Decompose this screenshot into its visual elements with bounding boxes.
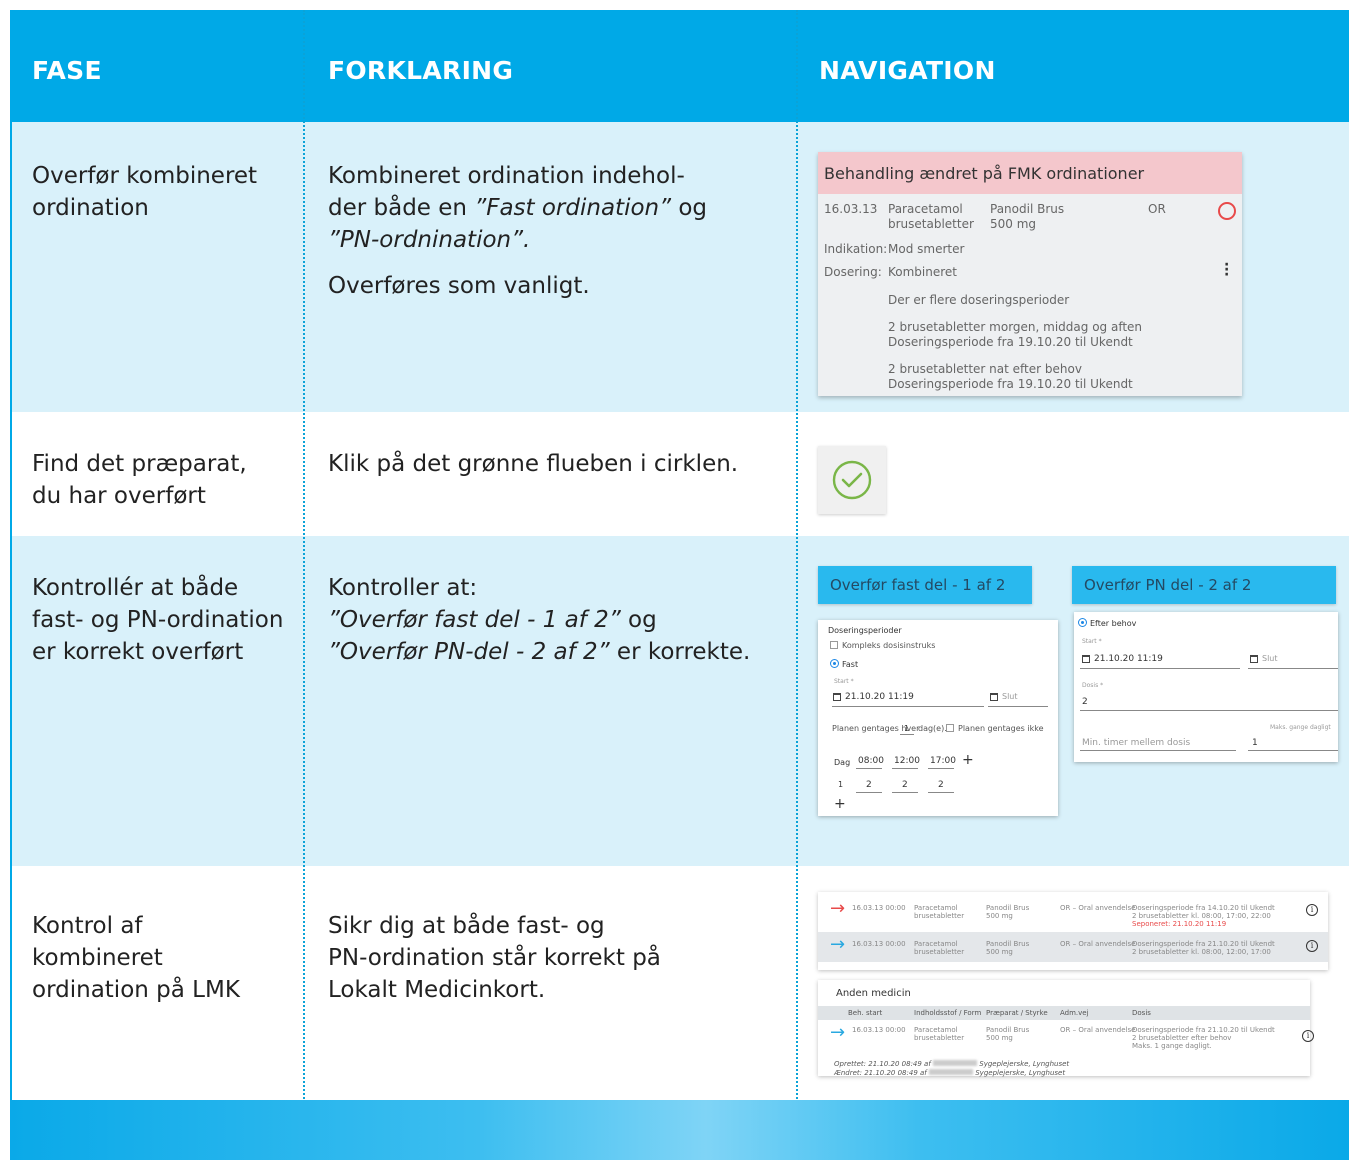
time-input[interactable]: 17:00 (930, 756, 956, 766)
info-icon[interactable]: i (1306, 904, 1318, 916)
lmk-active-list: → 16.03.13 00:00 Paracetamol brusetablett… (818, 892, 1328, 970)
redacted-name (929, 1069, 973, 1075)
fase-cell: Kontrol af kombineret ordination på LMK (32, 913, 240, 1003)
lmk-anden-medicin: Anden medicin Beh. start Indholdsstof / … (818, 980, 1314, 1077)
arrow-right-icon: → (830, 934, 846, 955)
add-day-icon[interactable]: + (834, 796, 846, 812)
dosis-input[interactable]: 2 (1082, 697, 1088, 707)
dose-input[interactable]: 2 (866, 780, 872, 790)
efter-behov-radio[interactable] (1078, 618, 1087, 627)
header-fase: FASE (32, 56, 102, 85)
dose-input[interactable]: 2 (938, 780, 944, 790)
dose-input[interactable]: 2 (902, 780, 908, 790)
no-repeat-checkbox[interactable] (946, 724, 954, 732)
add-time-icon[interactable]: + (962, 752, 974, 768)
sync-icon[interactable] (1218, 202, 1236, 220)
fast-dose-panel: Doseringsperioder Kompleks dosisinstruks… (818, 620, 1058, 816)
max-daily-input[interactable]: 1 (1252, 738, 1258, 748)
calendar-icon[interactable] (833, 693, 841, 701)
time-input[interactable]: 08:00 (858, 756, 884, 766)
arrow-right-icon: → (830, 898, 846, 919)
redacted-name (933, 1060, 978, 1066)
repeat-input[interactable]: 1 (904, 724, 909, 733)
table-left-border (10, 122, 12, 1100)
header-navigation: NAVIGATION (819, 56, 996, 85)
table-row: Find det præparat, du har overført Klik … (10, 412, 1349, 536)
column-divider (303, 10, 305, 1102)
min-hours-input[interactable]: Min. timer mellem dosis (1082, 738, 1190, 748)
fase-cell: Kontrollér at både fast- og PN-ordinatio… (32, 575, 284, 665)
section-title: Anden medicin (836, 988, 911, 999)
more-options-icon[interactable]: · · · (1224, 258, 1229, 282)
forklaring-cell: Kontroller at: ”Overfør fast del - 1 af … (328, 575, 751, 665)
calendar-icon[interactable] (1250, 655, 1258, 663)
pn-panel-title: Overfør PN del - 2 af 2 (1072, 566, 1336, 604)
fase-cell: Overfør kombineret ordination (32, 163, 258, 221)
forklaring-cell: Klik på det grønne flueben i cirklen. (328, 451, 739, 477)
fase-cell: Find det præparat, du har overført (32, 451, 247, 509)
fmk-card-title: Behandling ændret på FMK ordinationer (818, 152, 1242, 194)
check-circle-icon (832, 460, 872, 500)
check-button[interactable] (818, 446, 886, 514)
time-input[interactable]: 12:00 (894, 756, 920, 766)
footer-bar (10, 1100, 1349, 1160)
complex-checkbox[interactable] (830, 641, 838, 649)
info-icon[interactable]: i (1306, 940, 1318, 952)
forklaring-cell: Sikr dig at både fast- og PN-ordination … (328, 913, 661, 1003)
table-row: → 16.03.13 00:00 Paracetamol brusetablett… (818, 932, 1328, 962)
fast-panel-title: Overfør fast del - 1 af 2 (818, 566, 1032, 604)
header-forklaring: FORKLARING (328, 56, 514, 85)
arrow-right-icon: → (830, 1022, 846, 1043)
fast-radio[interactable] (830, 659, 839, 668)
pn-dose-panel: Efter behov Start * 21.10.20 11:19 Slut … (1074, 612, 1338, 762)
column-divider (796, 10, 798, 1102)
calendar-icon[interactable] (1082, 655, 1090, 663)
info-icon[interactable]: i (1302, 1030, 1314, 1042)
table-header: FASE FORKLARING NAVIGATION (10, 10, 1349, 122)
forklaring-cell: Kombineret ordination indehol- der både … (328, 163, 708, 299)
fmk-changed-card: Behandling ændret på FMK ordinationer 16… (818, 152, 1242, 396)
calendar-icon[interactable] (990, 693, 998, 701)
table-header: Beh. start Indholdsstof / Form Præparat … (818, 1006, 1310, 1020)
